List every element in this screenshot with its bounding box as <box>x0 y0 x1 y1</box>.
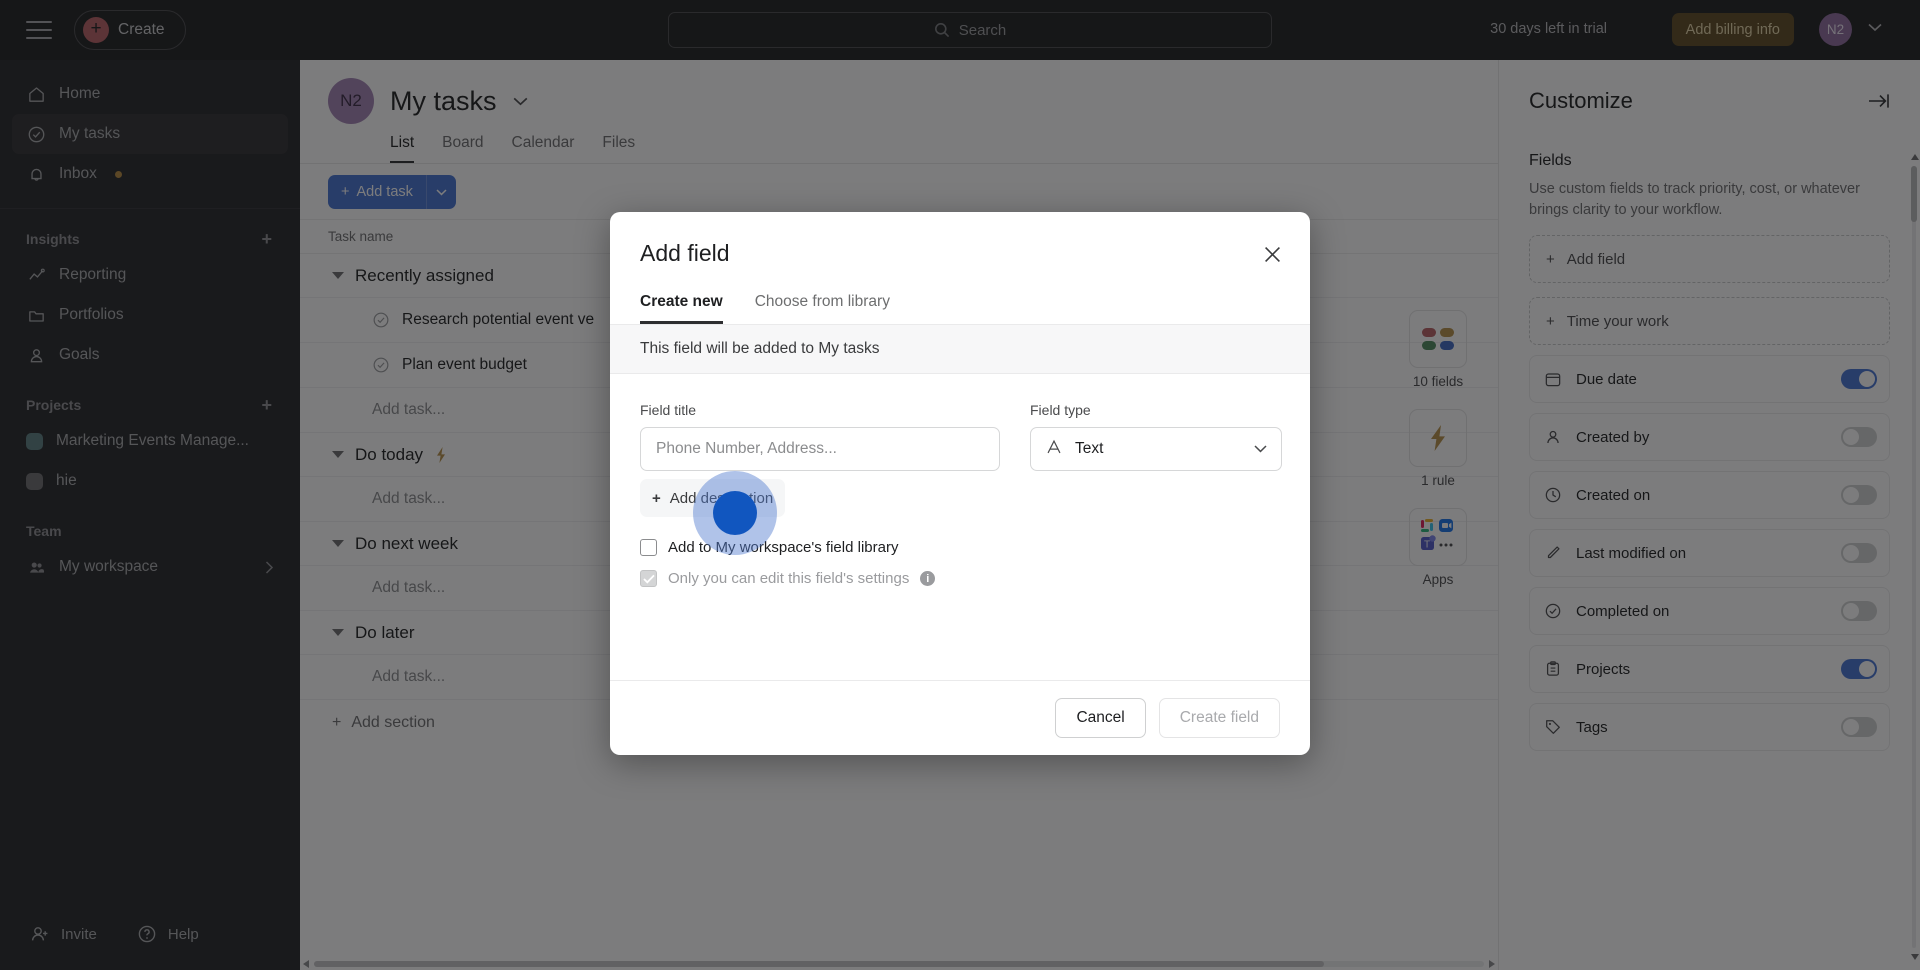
add-to-library-label: Add to My workspace's field library <box>668 539 899 556</box>
app-root: + Create Search 30 days left in trial Ad… <box>0 0 1920 970</box>
close-icon[interactable] <box>1258 240 1286 268</box>
only-you-label: Only you can edit this field's settings <box>668 570 910 587</box>
only-you-checkbox <box>640 570 657 587</box>
field-title-input[interactable] <box>640 427 1000 471</box>
dialog-title: Add field <box>640 240 730 266</box>
only-you-checkbox-row: Only you can edit this field's settings … <box>640 570 1280 587</box>
add-field-dialog: Add field Create new Choose from library… <box>610 212 1310 755</box>
add-to-library-checkbox[interactable] <box>640 539 657 556</box>
field-type-value: Text <box>1075 440 1104 457</box>
info-icon[interactable]: i <box>920 571 936 586</box>
dialog-tabs: Create new Choose from library <box>640 293 1280 324</box>
chevron-down-icon <box>1254 440 1267 458</box>
text-A-icon <box>1045 438 1063 461</box>
add-description-button[interactable]: + Add description <box>640 479 786 517</box>
field-title-group: Field title <box>640 402 1000 471</box>
dialog-banner: This field will be added to My tasks <box>610 325 1310 374</box>
tab-create-new[interactable]: Create new <box>640 293 723 324</box>
tab-choose-from-library[interactable]: Choose from library <box>755 293 890 324</box>
dialog-footer: Cancel Create field <box>610 680 1310 755</box>
field-type-group: Field type Text <box>1030 402 1282 471</box>
plus-icon: + <box>652 489 661 507</box>
add-to-library-checkbox-row[interactable]: Add to My workspace's field library <box>640 539 1280 556</box>
field-config-row: Field title Field type Text <box>640 402 1282 471</box>
dialog-header: Add field Create new Choose from library <box>610 212 1310 324</box>
cancel-button[interactable]: Cancel <box>1055 698 1146 738</box>
field-title-label: Field title <box>640 402 697 418</box>
dialog-body: Field title Field type Text <box>610 374 1310 680</box>
add-description-label: Add description <box>669 489 774 507</box>
create-field-button: Create field <box>1158 698 1280 738</box>
field-type-label: Field type <box>1030 402 1091 418</box>
field-type-select[interactable]: Text <box>1030 427 1282 471</box>
